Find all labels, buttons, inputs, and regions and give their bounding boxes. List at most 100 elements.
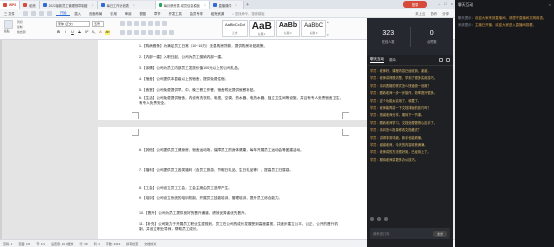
align-center-icon[interactable] [127, 30, 132, 35]
menu-file[interactable]: 三 文件 [0, 11, 19, 16]
cut-button[interactable]: 剪切 [17, 20, 25, 24]
document-page-1[interactable]: 1.【购病假条】为满足员工日常（10~15万）无息购房贷款，提供购房补贴政策。 … [98, 40, 382, 120]
tab-chat[interactable]: 聊天互动 [370, 57, 384, 63]
indent-icon[interactable] [141, 21, 146, 26]
style-heading-3[interactable]: AaBbC 标题 3 [301, 20, 327, 37]
login-button[interactable]: 登录 [403, 1, 427, 8]
gallery-scroll[interactable]: ▴ ▾ [327, 20, 329, 37]
superscript-icon[interactable]: X² [84, 30, 89, 35]
maximize-icon[interactable]: □ [444, 1, 446, 6]
paragraph[interactable]: 5.【食堂】公司免费提供早、中、晚三餐工作餐，宿舍附近提供就餐补贴。 [139, 88, 344, 93]
paragraph[interactable]: 11.【补充】公司致力于开展员工职业生涯规划，员工在公司的成长发展受到高度重视，… [139, 222, 344, 232]
shading-icon[interactable] [162, 30, 167, 35]
filter-icon[interactable] [439, 58, 443, 62]
menu-view[interactable]: 视图 [135, 11, 150, 16]
close-icon[interactable]: × [133, 3, 135, 7]
paragraph[interactable]: 3.【亲情】公司为员工内部员工发放价值100元以上的公司礼品。 [139, 66, 344, 71]
outdent-icon[interactable] [134, 21, 139, 26]
tab-audience[interactable]: 观众 [389, 58, 396, 63]
align-left-icon[interactable] [120, 30, 125, 35]
emoji-icon[interactable] [370, 216, 374, 221]
font-color-icon[interactable]: A [98, 30, 103, 35]
undo-icon[interactable] [38, 10, 44, 16]
close-icon[interactable]: × [92, 3, 94, 7]
border-icon[interactable] [169, 30, 174, 35]
menu-dev-tools[interactable]: 开发工具 [165, 11, 186, 16]
new-tab-button[interactable]: + [244, 2, 252, 8]
sort-icon[interactable] [155, 21, 160, 26]
align-right-icon[interactable] [134, 30, 139, 35]
close-icon[interactable]: × [235, 3, 237, 7]
italic-icon[interactable]: I [63, 30, 68, 35]
paragraph[interactable]: 8.【工会】公司设立员工工会，工会主席由员工选举产生。 [139, 186, 344, 191]
style-normal[interactable]: AaBbCcDd 正文 [222, 20, 248, 37]
collab-button[interactable]: 协作 [430, 11, 437, 16]
highlight-icon[interactable]: ab [105, 30, 110, 35]
chevron-down-icon[interactable]: ▾ [327, 33, 329, 37]
style-heading-1[interactable]: AaB 标题 1 [248, 20, 275, 37]
redo-icon[interactable] [46, 10, 52, 16]
show-marks-icon[interactable] [162, 21, 167, 26]
copy-button[interactable]: 复制 [17, 25, 25, 29]
paragraph[interactable]: 2.【内部一建】入职日起，公司为员工缴纳内部一建。 [139, 55, 344, 60]
paragraph[interactable]: 9.【培训】公司设立系统的培训机制，开展员工技能培训、管理培训，提升员工综合能力… [139, 196, 344, 201]
tab-wps-home[interactable]: WPS [0, 1, 21, 9]
tab-daily-plan[interactable]: 每日工作计划表 × [97, 1, 156, 9]
menu-daoke[interactable]: 稻壳资源 [207, 11, 228, 16]
cloud-status[interactable]: 未上云 [415, 11, 425, 16]
gift-icon[interactable] [384, 216, 388, 221]
crop-mark [132, 129, 139, 136]
image-icon[interactable] [377, 216, 381, 221]
tab-daoke[interactable]: 稻壳 [20, 1, 40, 9]
paragraph[interactable]: 4.【宿舍】公司提供本县级以上的宿舍，提供免费住宿。 [139, 77, 344, 82]
close-window-icon[interactable]: × [451, 1, 453, 6]
document-page-2[interactable]: 6.【其他】公司提供员工健身房、宿舍运动场，保障员工的身体健康，每年开展员工运动… [98, 127, 382, 239]
live-chat-input[interactable]: 我来说几句 发送 [370, 228, 450, 239]
format-painter-button[interactable]: 格式刷 [17, 30, 25, 34]
status-words[interactable]: 字数: 2316 [106, 242, 120, 246]
save-icon[interactable] [22, 10, 28, 16]
chinese-layout-icon[interactable] [148, 21, 153, 26]
status-pages[interactable]: 页面: 1/6 [18, 242, 30, 246]
font-size-select[interactable]: 五号 [92, 21, 104, 27]
menu-page-layout[interactable]: 页面布局 [85, 11, 106, 16]
menu-review[interactable]: 审阅 [121, 11, 136, 16]
send-button[interactable]: 发送 [433, 230, 447, 237]
paragraph[interactable]: 1.【购病假条】为满足员工日常（10~15万）无息购房贷款，提供购房补贴政策。 [139, 44, 344, 49]
bold-icon[interactable]: B [56, 30, 61, 35]
paste-icon[interactable] [4, 20, 13, 29]
minimize-icon[interactable]: – [438, 1, 440, 6]
menu-member[interactable]: 会员专享 [186, 11, 207, 16]
print-icon[interactable] [30, 10, 36, 16]
tab-salary-sheet[interactable]: 每月薪资表-成员信息模板 × [155, 1, 210, 9]
tab-live-course[interactable]: 直播课件 × [209, 1, 244, 9]
strike-icon[interactable]: A [77, 30, 82, 35]
number-list-icon[interactable] [127, 21, 132, 26]
subscript-icon[interactable]: X₂ [91, 30, 96, 35]
underline-icon[interactable]: U [70, 30, 75, 35]
bullet-list-icon[interactable] [120, 21, 125, 26]
share-button[interactable]: 分享 [442, 11, 449, 16]
justify-icon[interactable] [141, 30, 146, 35]
paragraph[interactable]: 7.【福利】公司提供员工各类福利（含员工旅游、节假日礼品、生日礼品等），提高员工… [139, 168, 344, 173]
paragraph[interactable]: 10.【晋升】公司为员工提供良好的晋升通道，绩效优秀者优先晋升。 [139, 211, 344, 216]
style-heading-2[interactable]: AaBb 标题 2 [275, 20, 301, 37]
spell-check[interactable]: 拼写检查 [126, 242, 138, 246]
tab-rules-doc[interactable]: 2022最新员工管理规章制度 × [39, 1, 98, 9]
doc-check[interactable]: 文档校对 [144, 242, 156, 246]
menu-reference[interactable]: 引用 [106, 11, 121, 16]
paragraph[interactable]: 6.【生活】公司免费提供宿舍，内设有洗衣机、电视、空调、热水器、电热水器、独立卫… [139, 96, 344, 106]
distribute-icon[interactable] [148, 30, 153, 35]
font-name-select[interactable]: 宋体 (正文) [56, 21, 90, 27]
command-search[interactable]: ⌕ 查找命令、搜索模板 [228, 11, 268, 16]
paragraph[interactable]: 6.【其他】公司提供员工健身房、宿舍运动场，保障员工的身体健康，每年开展员工运动… [139, 148, 344, 153]
status-col: 列: 1 [93, 241, 100, 246]
menu-start[interactable]: 开始 [55, 10, 71, 16]
menu-chapter[interactable]: 章节 [150, 11, 165, 16]
line-spacing-icon[interactable] [155, 30, 160, 35]
settings-icon[interactable] [446, 58, 450, 62]
menu-insert[interactable]: 插入 [70, 11, 85, 16]
close-icon[interactable]: × [204, 3, 206, 7]
close-icon[interactable]: × [549, 2, 551, 7]
chevron-up-icon[interactable]: ▴ [327, 20, 329, 24]
